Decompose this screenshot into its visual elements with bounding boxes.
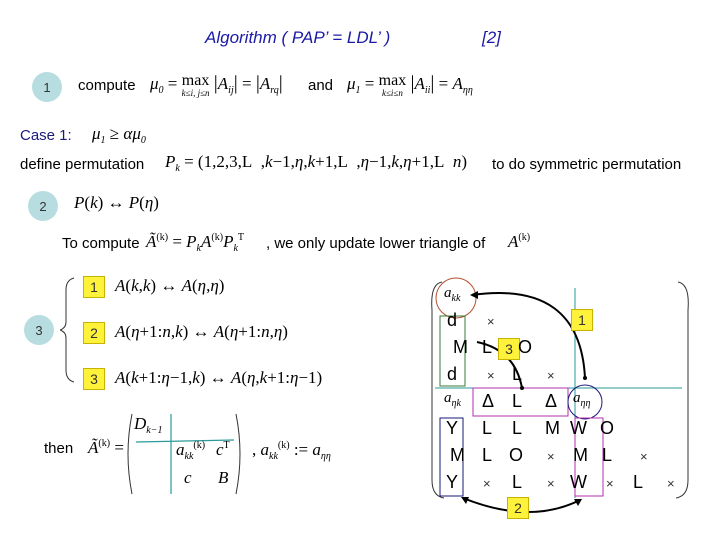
cell: L [482,418,493,438]
step-2-badge-text: 2 [39,198,47,214]
block-akk: akk(k) [176,440,206,462]
akk-label: akk [444,285,461,304]
swap-arrow-1 [471,292,586,379]
cell: L [512,364,523,384]
block-c: c [184,468,192,487]
and-label: and [308,77,334,94]
page-title: Algorithm ( PAP’ = LDL’ ) [205,28,391,47]
cell: × [547,476,555,491]
cell: × [487,368,495,383]
cell: × [640,449,648,464]
cell: × [547,449,555,464]
substep-2-badge: 2 [83,322,105,344]
substep-1-badge: 1 [83,276,105,298]
cell: × [487,314,495,329]
cell: M [450,445,465,465]
block-b: B [218,468,229,487]
cell: L [512,472,523,492]
substep-3-badge: 3 [83,368,105,390]
max-operator-0: max k≤i, j≤n [181,71,210,98]
diagram-label-1: 1 [571,309,593,331]
compute-formula: Ã(k) = PkA(k)PkT [146,232,245,254]
compute-target: A(k) [508,232,531,251]
block-d: Dk−1 [134,414,163,436]
mu1-formula: μ1 = max k≤i≤n |Aii| = Aηη [347,71,473,98]
step-3-badge: 3 [24,315,54,345]
cell: O [509,445,524,465]
permutation-formula: Pk = (1,2,3,L ,k−1,η,k+1,L ,η−1,k,η+1,L … [165,152,468,174]
aetaeta-label: aηη [573,390,591,409]
max-operator-1: max k≤i≤n [378,71,407,98]
cell: × [547,368,555,383]
cell: L [602,445,613,465]
step-1-badge-text: 1 [43,79,51,95]
cell: × [667,476,675,491]
permutation-label: define permutation [20,156,145,173]
cell: L [482,445,493,465]
permutation-suffix: to do symmetric permutation [492,156,682,173]
cell: M [545,418,560,438]
step-3-brace [60,277,75,383]
step-1-badge: 1 [32,72,62,102]
compute-label: compute [78,77,136,94]
diagram-label-3: 3 [498,338,520,360]
compute-suffix: , we only update lower triangle of [266,235,486,252]
cell: × [606,476,614,491]
cell: M [453,337,468,357]
matrix-left-paren [431,281,445,499]
step-2-formula: P(k) ↔ P(η) [74,193,159,212]
mu0-formula: μ0 = max k≤i, j≤n |Aij| = |Arq| [150,71,283,98]
then-label: then [44,440,74,457]
cell: W [570,418,587,438]
cell: L [512,418,523,438]
substep-1-formula: A(k,k) ↔ A(η,η) [115,276,225,295]
cell: W [570,472,587,492]
cell: O [518,337,533,357]
then-lhs: Ã(k) = [88,438,124,457]
block-ct: cT [216,440,230,459]
cell: L [482,337,493,357]
cell: d [447,364,458,384]
cell: Δ [482,391,495,411]
cell: M [573,445,588,465]
to-compute-label: To compute [62,235,140,252]
step-2-badge: 2 [28,191,58,221]
step-3-badge-text: 3 [35,322,43,338]
cell: d [447,310,458,330]
reference-label: [2] [482,28,501,47]
diagram-label-2: 2 [507,497,529,519]
cell: L [512,391,523,411]
cell: Y [446,418,459,438]
cell: Y [446,472,459,492]
aetak-label: aηk [444,390,461,409]
cell: O [600,418,615,438]
then-assignment: , akk(k) := aηη [252,440,331,462]
matrix-right-paren [675,281,689,499]
cell: × [483,476,491,491]
cell: Δ [545,391,558,411]
case-1-label: Case 1: [20,127,72,144]
cell: L [633,472,644,492]
case-1-condition: μ1 ≥ αμ0 [92,124,146,146]
substep-3-formula: A(k+1:η−1,k) ↔ A(η,k+1:η−1) [115,368,323,387]
substep-2-formula: A(η+1:n,k) ↔ A(η+1:n,η) [115,322,288,341]
